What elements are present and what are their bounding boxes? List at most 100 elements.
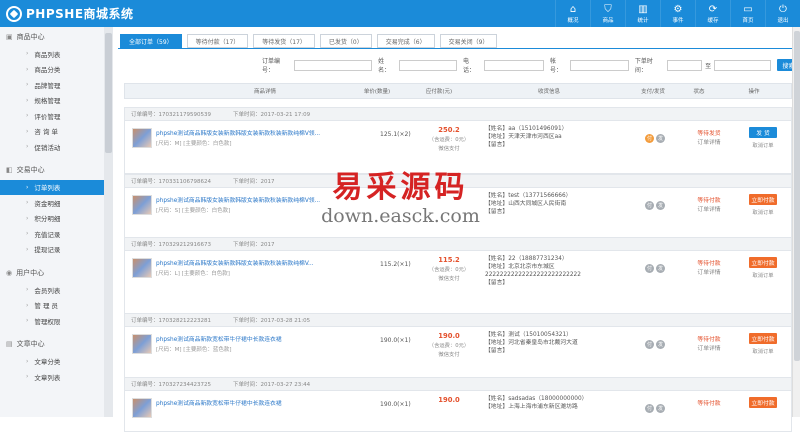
cancel-order-link[interactable]: 取消订单 [747, 141, 779, 149]
sidebar-scrollbar[interactable] [104, 27, 113, 417]
sidebar-item[interactable]: › 评价管理 [0, 108, 112, 124]
sidebar-group-3[interactable]: ▤ 文章中心 [0, 335, 112, 354]
product-name-link[interactable]: phpshe测试商品韩版女装新款韩版女装新款秋装新款纯棉V领... [156, 128, 336, 137]
sidebar-item[interactable]: › 文章列表 [0, 369, 112, 385]
product-name-link[interactable]: phpshe测试商品韩版女装新款韩版女装新款秋装新款纯棉V领... [156, 195, 336, 204]
topnav-monitor[interactable]: ▭ 首页 [730, 0, 765, 27]
bullet-icon: › [26, 65, 29, 73]
page-scrollbar[interactable] [792, 27, 800, 417]
sidebar-group-2[interactable]: ◉ 用户中心 [0, 263, 112, 282]
phone-input[interactable] [483, 59, 544, 71]
shipping-line: 【姓名】22（18887731234） [485, 256, 568, 262]
sidebar-item[interactable]: › 咨 询 单 [0, 124, 112, 140]
pay-now-button[interactable]: 立即付款 [749, 333, 777, 344]
product-thumbnail[interactable] [132, 334, 152, 354]
topnav-refresh[interactable]: ⟳ 缓存 [695, 0, 730, 27]
order-detail-link[interactable]: 订单详情 [687, 345, 731, 354]
order-total: 250.2 [438, 126, 460, 134]
pay-ship-status: 付发 [645, 264, 667, 273]
name-input[interactable] [398, 59, 458, 71]
sidebar-group-0[interactable]: ▣ 商品中心 [0, 27, 112, 46]
pay-ship-status: 付发 [645, 201, 667, 210]
order-tab[interactable]: 全部订单（59） [120, 34, 182, 48]
sidebar-item[interactable]: › 会员列表 [0, 282, 112, 298]
order-price: 190.0 （含运费：0元） 微信支付 [425, 332, 473, 358]
topnav-label: 事件 [672, 17, 684, 24]
ship-button[interactable]: 发 货 [749, 127, 777, 138]
cancel-order-link[interactable]: 取消订单 [747, 271, 779, 279]
order-body: phpshe测试商品韩版女装新款韩版女装新款秋装新款纯棉V... [尺码：L] [… [125, 251, 791, 314]
sidebar-item[interactable]: › 充值记录 [0, 226, 112, 242]
product-thumbnail[interactable] [132, 258, 152, 278]
order-time: 下单时间：2017 [233, 242, 275, 248]
sidebar: ▣ 商品中心 › 商品列表 › 商品分类 › 品牌管理 › 规格管理 › 评价管理 › 咨 询 单 › 促销活… [0, 27, 113, 417]
pay-ship-status: 付发 [645, 340, 667, 349]
sidebar-group-1[interactable]: ◧ 交易中心 [0, 161, 112, 180]
product-name-link[interactable]: phpshe测试商品新款宽松带牛仔裙中长款连衣裙 [156, 334, 336, 343]
paid-status-icon: 付 [645, 201, 654, 210]
sidebar-item[interactable]: › 商品列表 [0, 46, 112, 62]
box-icon: ▣ [6, 32, 13, 41]
page-scrollbar-thumb[interactable] [794, 31, 800, 361]
sidebar-item[interactable]: › 商品分类 [0, 62, 112, 78]
start-date-input[interactable] [667, 59, 703, 71]
shipped-status-icon: 发 [656, 340, 665, 349]
sidebar-item[interactable]: › 品牌管理 [0, 77, 112, 93]
product-spec: [尺码：S] [主要颜色：白色款] [156, 208, 231, 214]
product-thumbnail[interactable] [132, 398, 152, 418]
shipping-line: 【姓名】测试（15010054321） [485, 332, 572, 338]
sidebar-item[interactable]: › 文章分类 [0, 354, 112, 370]
topnav-power[interactable]: ⏻ 退出 [765, 0, 800, 27]
product-spec: [尺码：L] [主要颜色：白色款] [156, 271, 230, 277]
order-no-label: 订单编号： [262, 58, 281, 74]
order-body: phpshe测试商品新款宽松带牛仔裙中长款连衣裙 [尺码：M] [主要颜色：蓝色款… [125, 327, 791, 378]
account-label: 帐号： [549, 58, 562, 74]
order-tab[interactable]: 等待付款（17） [186, 34, 249, 48]
end-date-input[interactable] [714, 59, 771, 71]
pay-now-button[interactable]: 立即付款 [749, 257, 777, 268]
product-thumbnail[interactable] [132, 128, 152, 148]
pay-now-button[interactable]: 立即付款 [749, 397, 777, 408]
sidebar-item[interactable]: › 积分明细 [0, 211, 112, 227]
order-block: 订单编号：170329212916673 下单时间：2017 phpshe测试商品韩… [124, 237, 792, 315]
payment-method: 微信支付 [438, 352, 460, 358]
account-input[interactable] [570, 59, 629, 71]
order-tab[interactable]: 交易完成（6） [376, 34, 435, 48]
cancel-order-link[interactable]: 取消订单 [747, 208, 779, 216]
order-no-input[interactable] [294, 59, 373, 71]
order-tab[interactable]: 已发货（0） [319, 34, 372, 48]
order-tab[interactable]: 交易关闭（9） [439, 34, 498, 48]
topnav-goods[interactable]: ⛉ 商品 [590, 0, 625, 27]
product-spec: [尺码：M] [主要颜色：蓝色款] [156, 347, 232, 353]
order-status: 等待付款 [687, 400, 731, 409]
sidebar-item[interactable]: › 管 理 员 [0, 298, 112, 314]
sidebar-item[interactable]: › 管理权限 [0, 313, 112, 329]
sidebar-item[interactable]: › 提现记录 [0, 242, 112, 258]
order-tab[interactable]: 等待发货（17） [253, 34, 315, 48]
bullet-icon: › [26, 112, 29, 120]
order-detail-link[interactable]: 订单详情 [687, 139, 731, 148]
cancel-order-link[interactable]: 取消订单 [747, 347, 779, 355]
home-icon: ⌂ [569, 3, 577, 15]
product-name-link[interactable]: phpshe测试商品韩版女装新款韩版女装新款秋装新款纯棉V... [156, 258, 336, 267]
topnav-home[interactable]: ⌂ 概况 [555, 0, 590, 27]
sidebar-group-title: 用户中心 [16, 268, 45, 277]
topnav-gear[interactable]: ⚙ 事件 [660, 0, 695, 27]
sidebar-item-label: 商品列表 [34, 50, 61, 59]
unit-price-qty: 125.1(×2) [380, 131, 411, 138]
sidebar-item[interactable]: › 促销活动 [0, 139, 112, 155]
sidebar-item[interactable]: › 订单列表 [0, 179, 112, 195]
order-detail-link[interactable]: 订单详情 [687, 206, 731, 215]
product-thumbnail[interactable] [132, 195, 152, 215]
status-text: 等待付款 [697, 198, 721, 204]
pay-now-button[interactable]: 立即付款 [749, 194, 777, 205]
topnav-chart[interactable]: ▥ 统计 [625, 0, 660, 27]
sidebar-scrollbar-thumb[interactable] [105, 33, 112, 153]
order-detail-link[interactable]: 订单详情 [687, 269, 731, 278]
sidebar-item[interactable]: › 资金明细 [0, 195, 112, 211]
sidebar-item[interactable]: › 规格管理 [0, 93, 112, 109]
bullet-icon: › [26, 199, 29, 207]
order-freight: （含运费：0元） [428, 267, 470, 273]
product-name-link[interactable]: phpshe测试商品新款宽松带牛仔裙中长款连衣裙 [156, 398, 336, 407]
app-logo[interactable]: PHPSHE商城系统 [0, 0, 134, 27]
